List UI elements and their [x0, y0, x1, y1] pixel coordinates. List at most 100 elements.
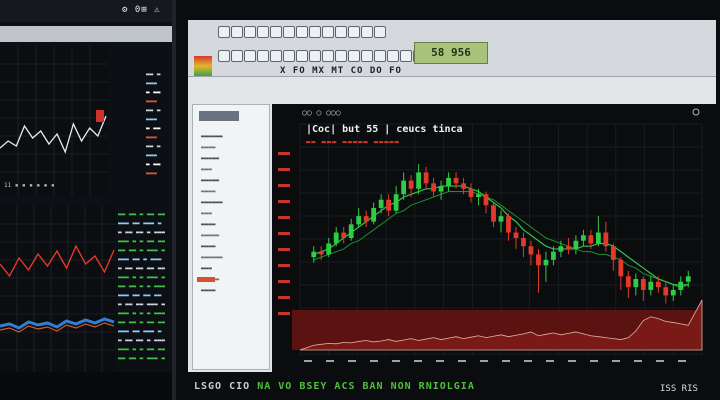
- candle-down: [513, 232, 519, 238]
- candle-up: [393, 194, 399, 211]
- left-ticker-table-item[interactable]: ▬▬ ▬▬ ▬ ▬▬▬ ▬: [118, 246, 176, 255]
- candle-up: [678, 281, 684, 290]
- candle-up: [446, 177, 451, 187]
- left-ticker-table-item[interactable]: ▬ ▬▬ ▬▬ ▬▬▬ ▬: [118, 300, 176, 309]
- sidebar-selected-marker: [197, 277, 215, 282]
- left-monitor-header-band: [0, 26, 178, 42]
- toolbar-button-icon[interactable]: [387, 50, 399, 62]
- chart-axis-label: [278, 264, 290, 267]
- candle-up: [580, 235, 586, 241]
- toolbar-button-icon[interactable]: [283, 26, 295, 38]
- left-ticker-table-item[interactable]: ▬▬▬ ▬ ▬ ▬▬ ▬▬: [118, 237, 176, 246]
- toolbar-button-icon[interactable]: [374, 26, 386, 38]
- toolbar-button-icon[interactable]: [348, 50, 360, 62]
- candle-up: [551, 251, 556, 260]
- sidebar-symbol-item[interactable]: ▬▬▬▬▬: [201, 230, 261, 241]
- toolbar-button-icon[interactable]: [309, 26, 321, 38]
- chart-axis-label: [278, 296, 290, 299]
- sidebar-symbol-item[interactable]: ▬▬▬▬▬▬: [201, 131, 261, 142]
- left-ticker-table-item[interactable]: ▬▬▬ ▬▬ ▬▬▬ ▬: [118, 327, 176, 336]
- sidebar-symbol-item[interactable]: ▬▬▬▬: [201, 186, 261, 197]
- candle-down: [536, 254, 541, 266]
- left-topbar-icons: ⚙ 0⊞ ⚠: [122, 5, 161, 15]
- toolbar-button-icon[interactable]: [257, 50, 269, 62]
- toolbar-menu-labels[interactable]: X FO MX MT CO DO FO: [280, 66, 402, 76]
- sidebar-symbol-item[interactable]: ▬▬▬: [201, 208, 261, 219]
- sidebar-symbol-item[interactable]: ▬▬▬▬▬: [201, 153, 261, 164]
- chart-header-icons[interactable]: ○○ ○ ○○○: [302, 108, 341, 117]
- toolbar-button-icon[interactable]: [348, 26, 360, 38]
- toolbar-button-icon[interactable]: [218, 50, 230, 62]
- chart-x-tick-label: [656, 360, 664, 362]
- toolbar-button-icon[interactable]: [361, 26, 373, 38]
- chart-x-tick-label: [546, 360, 554, 362]
- candle-down: [610, 246, 616, 260]
- ticker-display: 58 956: [414, 42, 488, 64]
- left-ticker-table-item[interactable]: ▬ ▬▬ ▬▬ ▬▬ ▬▬: [118, 264, 176, 273]
- candlestick-chart-panel[interactable]: ○○ ○ ○○○ |Coc| but 55 | ceucs tinca ▬▬ ▬…: [272, 104, 716, 372]
- toolbar-button-icon[interactable]: [335, 26, 347, 38]
- candle-up: [558, 246, 564, 252]
- toolbar-button-icon[interactable]: [231, 26, 243, 38]
- sidebar-symbol-item[interactable]: ▬▬▬: [201, 263, 261, 274]
- chart-x-tick-label: [678, 360, 686, 362]
- left-ticker-table-item[interactable]: ▬▬▬ ▬ ▬ ▬ ▬▬▬: [118, 309, 176, 318]
- chart-axis-label: [278, 248, 290, 251]
- sidebar-symbol-item[interactable]: ▬▬▬▬▬: [201, 175, 261, 186]
- sidebar-symbol-item[interactable]: ▬▬▬▬: [201, 219, 261, 230]
- candle-up: [378, 199, 384, 208]
- candle-down: [588, 235, 594, 244]
- left-ticker-table-item[interactable]: ▬▬▬ ▬ ▬ ▬▬ ▬▬: [118, 345, 176, 354]
- left-ticker-table-item[interactable]: ▬▬ ▬▬ ▬ ▬▬ ▬▬: [118, 318, 176, 327]
- sidebar-symbol-item[interactable]: ▬▬▬▬▬▬: [201, 252, 261, 263]
- left-ticker-table-item[interactable]: ▬ ▬▬ ▬▬ ▬ ▬▬▬: [118, 228, 176, 237]
- toolbar-button-icon[interactable]: [309, 50, 321, 62]
- left-ticker-table-item[interactable]: ▬▬▬ ▬▬ ▬▬▬ ▬: [118, 219, 176, 228]
- candle-up: [573, 240, 579, 249]
- toolbar-button-icon[interactable]: [296, 26, 308, 38]
- left-ticker-table-item[interactable]: ▬▬▬ ▬ ▬ ▬▬▬ ▬: [118, 273, 176, 282]
- left-ticker-table-item[interactable]: ▬▬▬ ▬▬ ▬▬ ▬▬: [118, 291, 176, 300]
- toolbar-button-icon[interactable]: [400, 50, 412, 62]
- toolbar-button-icon[interactable]: [257, 26, 269, 38]
- toolbar-button-icon[interactable]: [218, 26, 230, 38]
- chart-axis-label: [278, 200, 290, 203]
- candle-down: [386, 199, 392, 211]
- chart-x-tick-label: [634, 360, 642, 362]
- sidebar-symbol-item[interactable]: ▬▬▬▬: [201, 142, 261, 153]
- left-monitor: ⚙ 0⊞ ⚠ ▬▬ ▬ ▬▬▬ ▬ ▬▬ ▬▬▬ ▬▬ ▬ ▬▬▬ ▬ ▬▬ ▬▬▬ ▬▬ ▬ ▬…: [0, 0, 178, 372]
- toolbar-button-icon[interactable]: [283, 50, 295, 62]
- left-ticker-table-item[interactable]: ▬▬ ▬▬ ▬ ▬▬ ▬▬: [118, 210, 176, 219]
- toolbar-button-icon[interactable]: [322, 26, 334, 38]
- sidebar-symbol-item[interactable]: ▬▬▬: [201, 164, 261, 175]
- toolbar-button-icon[interactable]: [296, 50, 308, 62]
- chart-axis-label: [278, 312, 290, 315]
- toolbar-button-icon[interactable]: [244, 50, 256, 62]
- chart-x-tick-label: [568, 360, 576, 362]
- left-ticker-table-item[interactable]: ▬▬▬ ▬▬ ▬ ▬▬▬: [118, 255, 176, 264]
- left-monitor-topbar: ⚙ 0⊞ ⚠: [0, 0, 178, 22]
- toolbar-button-icon[interactable]: [361, 50, 373, 62]
- sidebar-symbol-item[interactable]: ▬▬▬▬: [201, 285, 261, 296]
- sidebar-header: [199, 111, 239, 121]
- chart-x-tick-label: [502, 360, 510, 362]
- chart-axis-label: [278, 152, 290, 155]
- sidebar-symbol-item[interactable]: ▬▬▬▬: [201, 241, 261, 252]
- toolbar-button-icon[interactable]: [231, 50, 243, 62]
- candle-up: [326, 243, 332, 255]
- candle-down: [491, 205, 496, 222]
- toolbar-button-icon[interactable]: [322, 50, 334, 62]
- toolbar-button-icon[interactable]: [335, 50, 347, 62]
- chart-x-tick-label: [326, 360, 334, 362]
- left-ticker-table-item[interactable]: ▬▬ ▬▬ ▬ ▬▬▬ ▬: [118, 354, 176, 363]
- toolbar-button-icon[interactable]: [270, 50, 282, 62]
- chart-axis-label: [278, 280, 290, 283]
- toolbar-button-icon[interactable]: [244, 26, 256, 38]
- toolbar-button-icon[interactable]: [270, 26, 282, 38]
- toolbar-button-icon[interactable]: [374, 50, 386, 62]
- left-ticker-table-item[interactable]: ▬ ▬▬ ▬▬ ▬ ▬▬▬: [118, 336, 176, 345]
- bottom-caption-b: NA VO BSEY ACS BAN NON RNIOLGIA: [257, 381, 475, 392]
- left-ticker-table-item[interactable]: ▬▬ ▬▬ ▬ ▬ ▬▬▬: [118, 282, 176, 291]
- candle-down: [603, 232, 609, 247]
- sidebar-symbol-item[interactable]: ▬▬▬▬▬▬: [201, 197, 261, 208]
